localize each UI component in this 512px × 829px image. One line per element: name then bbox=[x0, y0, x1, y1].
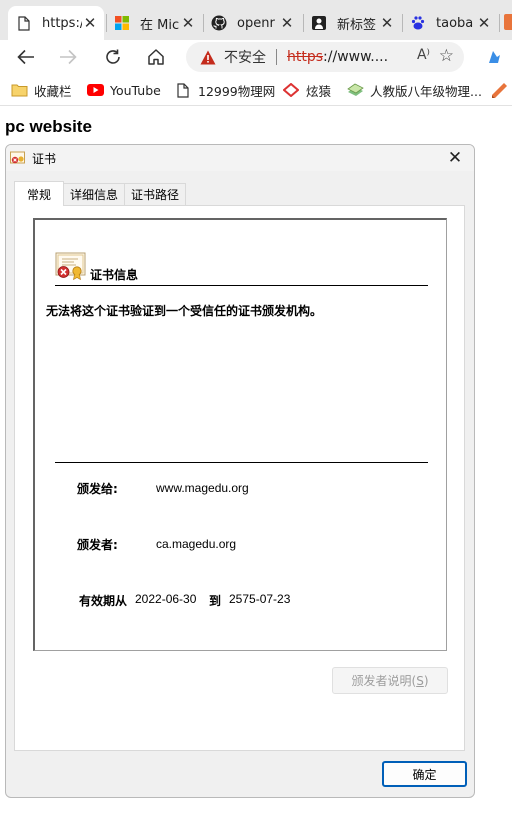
tab-title: https:/ bbox=[42, 15, 82, 31]
certificate-info-title: 证书信息 bbox=[90, 268, 139, 282]
bookmark-more-icon[interactable] bbox=[490, 81, 508, 99]
issuer-statement-button[interactable]: 颁发者说明(S) bbox=[332, 667, 448, 694]
github-icon bbox=[211, 15, 227, 31]
bookmark-label: 12999物理网 bbox=[198, 83, 276, 99]
issued-by-value: ca.magedu.org bbox=[156, 537, 237, 551]
accelerator-key: S bbox=[416, 673, 424, 688]
divider bbox=[276, 49, 277, 65]
home-button[interactable] bbox=[142, 43, 170, 71]
arrow-left-icon bbox=[17, 49, 34, 65]
url-text: ://www.... bbox=[323, 49, 389, 65]
close-icon[interactable]: ✕ bbox=[82, 14, 98, 32]
url-scheme: https bbox=[287, 49, 324, 65]
newtab-icon bbox=[311, 15, 327, 31]
tab-title: openr bbox=[237, 15, 275, 31]
divider bbox=[55, 285, 428, 286]
back-button[interactable] bbox=[12, 43, 40, 71]
bookmark-label: 收藏栏 bbox=[34, 83, 72, 99]
extension-icon bbox=[489, 51, 500, 63]
bookmark-youtube[interactable]: YouTube bbox=[86, 80, 161, 100]
issued-by-label: 颁发者: bbox=[77, 538, 118, 552]
bookmark-renjiao[interactable]: 人教版八年级物理... bbox=[346, 80, 482, 100]
page-icon bbox=[174, 82, 192, 98]
tab-taobao[interactable]: taoba ✕ bbox=[402, 6, 498, 40]
close-icon[interactable]: ✕ bbox=[279, 14, 295, 32]
favorites-bar: 收藏栏 YouTube 12999物理网 炫猿 人教版八年级物理... bbox=[0, 74, 512, 106]
home-icon bbox=[148, 49, 164, 65]
certificate-icon bbox=[10, 151, 25, 164]
tab-github[interactable]: openr ✕ bbox=[203, 6, 301, 40]
bookmark-label: YouTube bbox=[110, 82, 161, 98]
bookmark-12999[interactable]: 12999物理网 bbox=[174, 80, 275, 100]
refresh-button[interactable] bbox=[99, 43, 127, 71]
bookmark-folder[interactable]: 收藏栏 bbox=[10, 80, 72, 100]
bookmark-xuanyuan[interactable]: 炫猿 bbox=[282, 80, 331, 100]
warning-icon[interactable] bbox=[200, 50, 216, 65]
dialog-title: 证书 bbox=[32, 152, 57, 166]
tab-details[interactable]: 详细信息 bbox=[63, 183, 125, 205]
youtube-icon bbox=[86, 82, 104, 98]
button-label: 颁发者说明( bbox=[351, 674, 417, 688]
close-icon[interactable]: ✕ bbox=[442, 146, 468, 170]
baidu-icon bbox=[410, 15, 426, 31]
ok-button[interactable]: 确定 bbox=[382, 761, 467, 787]
valid-to-value: 2575-07-23 bbox=[229, 592, 291, 606]
certificate-dialog: 证书 ✕ 常规 详细信息 证书路径 证书信息 无法将这个证书验证到一个受信任的证… bbox=[5, 144, 475, 798]
divider bbox=[55, 462, 428, 463]
certificate-info-frame: 证书信息 无法将这个证书验证到一个受信任的证书颁发机构。 颁发给: www.ma… bbox=[33, 218, 447, 651]
microsoft-icon bbox=[114, 15, 130, 31]
refresh-icon bbox=[106, 49, 120, 64]
button-label-end: ) bbox=[423, 673, 429, 688]
close-icon[interactable]: ✕ bbox=[379, 14, 395, 32]
read-aloud-icon[interactable]: A⁾ bbox=[417, 47, 430, 63]
tab-title: 在 Mic bbox=[140, 17, 180, 33]
valid-from-value: 2022-06-30 bbox=[135, 592, 197, 606]
tab-general[interactable]: 常规 bbox=[14, 181, 64, 206]
tab-title: taoba bbox=[436, 15, 474, 31]
dialog-titlebar[interactable]: 证书 ✕ bbox=[6, 145, 474, 171]
tab-https[interactable]: https:/ ✕ bbox=[8, 6, 104, 40]
forward-button[interactable] bbox=[54, 43, 82, 71]
page-heading: pc website bbox=[5, 117, 92, 136]
close-icon[interactable]: ✕ bbox=[476, 14, 492, 32]
issued-to-value: www.magedu.org bbox=[156, 481, 249, 495]
address-bar[interactable]: 不安全 https ://www.... A⁾ ☆ bbox=[186, 42, 464, 72]
next-tab-icon[interactable] bbox=[504, 14, 512, 30]
bookmark-label: 炫猿 bbox=[306, 83, 332, 99]
tab-newtab[interactable]: 新标签 ✕ bbox=[303, 6, 401, 40]
tab-separator bbox=[499, 14, 500, 32]
valid-from-label: 有效期从 bbox=[79, 594, 128, 608]
tab-strip: https:/ ✕ 在 Mic ✕ openr ✕ 新标签 ✕ taoba ✕ bbox=[0, 0, 512, 40]
tab-cert-path[interactable]: 证书路径 bbox=[124, 183, 186, 205]
bookmark-label: 人教版八年级物理... bbox=[370, 83, 482, 99]
security-status-label[interactable]: 不安全 bbox=[224, 47, 266, 67]
tab-microsoft[interactable]: 在 Mic ✕ bbox=[106, 6, 202, 40]
certificate-warning-message: 无法将这个证书验证到一个受信任的证书颁发机构。 bbox=[46, 304, 323, 318]
close-icon[interactable]: ✕ bbox=[180, 14, 196, 32]
page-icon bbox=[16, 15, 32, 31]
add-favorite-icon[interactable]: ☆ bbox=[439, 46, 454, 66]
extension-button[interactable] bbox=[480, 43, 508, 71]
certificate-invalid-icon bbox=[55, 252, 86, 281]
arrow-right-icon bbox=[60, 49, 77, 65]
valid-to-label: 到 bbox=[209, 594, 222, 608]
folder-icon bbox=[10, 82, 28, 98]
book-icon bbox=[346, 82, 364, 98]
navigation-bar: 不安全 https ://www.... A⁾ ☆ bbox=[0, 40, 512, 74]
tab-title: 新标签 bbox=[337, 17, 377, 33]
issued-to-label: 颁发给: bbox=[77, 482, 118, 496]
xuanyuan-icon bbox=[282, 82, 300, 98]
tab-panel-general: 证书信息 无法将这个证书验证到一个受信任的证书颁发机构。 颁发给: www.ma… bbox=[14, 205, 465, 751]
